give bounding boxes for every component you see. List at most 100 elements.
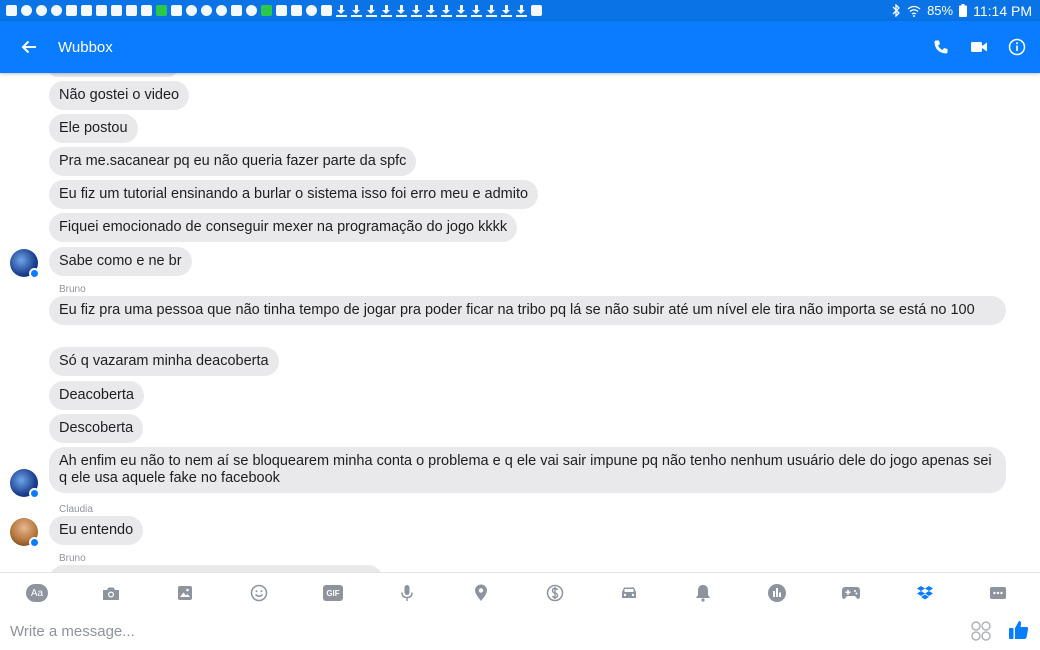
- gallery-button[interactable]: [173, 581, 197, 605]
- notification-icon: [306, 5, 317, 16]
- gif-button[interactable]: GIF: [321, 581, 345, 605]
- message-bubble[interactable]: Só q vazaram minha deacoberta: [49, 347, 279, 376]
- polls-button[interactable]: [765, 581, 789, 605]
- gallery-icon: [178, 586, 192, 600]
- message-bubble[interactable]: Eu entendo: [49, 516, 144, 545]
- more-button[interactable]: [986, 581, 1010, 605]
- system-status-bar: 85% 11:14 PM: [0, 0, 1040, 21]
- battery-icon: [959, 4, 968, 17]
- conversation-title[interactable]: Wubbox: [58, 39, 113, 56]
- games-button[interactable]: [839, 581, 863, 605]
- payments-button[interactable]: [543, 581, 567, 605]
- video-call-button[interactable]: [960, 21, 998, 73]
- download-icon: [441, 4, 452, 17]
- message-bubble[interactable]: Sabe como e ne br: [49, 247, 192, 276]
- message-bubble[interactable]: Pra me.sacanear pq eu não queria fazer p…: [49, 147, 417, 176]
- notification-icon: [201, 5, 212, 16]
- message-bubble[interactable]: Deacoberta: [49, 381, 144, 410]
- message-thread[interactable]: Não gostei o video Ele postou Pra me.sac…: [0, 73, 1040, 572]
- camera-button[interactable]: [99, 581, 123, 605]
- message-text: Eu fiz pra uma pessoa que não tinha temp…: [59, 302, 975, 318]
- screenshot-icon: [531, 5, 542, 16]
- messenger-badge-icon: [29, 537, 40, 548]
- notification-icon: [36, 5, 47, 16]
- sender-name: Claudia: [59, 504, 93, 515]
- voice-call-button[interactable]: [922, 21, 960, 73]
- dollar-icon: [546, 584, 564, 602]
- message-bubble-partial[interactable]: [49, 565, 383, 572]
- download-icon: [501, 4, 512, 17]
- avatar-bruno[interactable]: [10, 469, 40, 499]
- message-text: Ah enfim eu não to nem aí se bloquearem …: [59, 453, 992, 486]
- gif-icon: GIF: [323, 585, 343, 601]
- twitter-icon: [96, 5, 107, 16]
- emoji-button[interactable]: [247, 581, 271, 605]
- text-format-button[interactable]: Aa: [25, 581, 49, 605]
- voice-clip-button[interactable]: [395, 581, 419, 605]
- message-bubble[interactable]: Descoberta: [49, 414, 144, 443]
- aa-icon: Aa: [26, 584, 48, 602]
- message-text: Eu entendo: [59, 522, 134, 538]
- download-icon: [471, 4, 482, 17]
- dropbox-button[interactable]: [913, 581, 937, 605]
- message-bubble[interactable]: Ah enfim eu não to nem aí se bloquearem …: [49, 447, 1006, 493]
- thumbs-up-icon: [1009, 621, 1029, 639]
- reminders-button[interactable]: [691, 581, 715, 605]
- messenger-icon: [246, 5, 257, 16]
- twitter-icon: [111, 5, 122, 16]
- message-bubble[interactable]: Eu fiz um tutorial ensinando a burlar o …: [49, 180, 539, 209]
- message-bubble[interactable]: Ele postou: [49, 114, 138, 143]
- conversation-info-button[interactable]: [998, 21, 1036, 73]
- car-icon: [622, 587, 636, 598]
- message-text: Descoberta: [59, 420, 134, 436]
- quick-reply-button[interactable]: [970, 620, 992, 642]
- message-bubble[interactable]: Eu fiz pra uma pessoa que não tinha temp…: [49, 296, 1006, 325]
- download-icon: [456, 4, 467, 17]
- bell-icon: [696, 585, 710, 602]
- notification-icon: [6, 5, 17, 16]
- twitter-icon: [81, 5, 92, 16]
- message-input[interactable]: [10, 621, 910, 641]
- image-icon: [171, 5, 182, 16]
- notification-icon: [291, 5, 302, 16]
- message-bubble[interactable]: Fiquei emocionado de conseguir mexer na …: [49, 213, 518, 242]
- message-text: Pra me.sacanear pq eu não queria fazer p…: [59, 153, 407, 169]
- notification-icon: [321, 5, 332, 16]
- notification-icon: [261, 5, 272, 16]
- phone-icon: [934, 40, 948, 54]
- notification-icon: [186, 5, 197, 16]
- back-button[interactable]: [0, 21, 58, 73]
- avatar-bruno[interactable]: [10, 249, 40, 279]
- notification-icon: [216, 5, 227, 16]
- sender-name: Bruno: [59, 553, 86, 564]
- message-bubble-partial[interactable]: [49, 73, 177, 77]
- like-button[interactable]: [1008, 619, 1032, 643]
- notification-icon: [231, 5, 242, 16]
- message-text: Ele postou: [59, 120, 128, 136]
- notification-icon: [51, 5, 62, 16]
- notification-icons: [6, 4, 542, 17]
- rides-button[interactable]: [617, 581, 641, 605]
- message-bubble[interactable]: Não gostei o video: [49, 81, 190, 110]
- download-icon: [426, 4, 437, 17]
- bluetooth-icon: [892, 4, 900, 17]
- message-text: Fiquei emocionado de conseguir mexer na …: [59, 219, 508, 235]
- message-composer: [0, 612, 1040, 650]
- battery-percent: 85%: [927, 3, 954, 18]
- video-camera-icon: [971, 42, 987, 52]
- message-text: Deacoberta: [59, 387, 134, 403]
- message-text: Eu fiz um tutorial ensinando a burlar o …: [59, 186, 529, 202]
- messenger-badge-icon: [29, 488, 40, 499]
- message-text: Não gostei o video: [59, 87, 180, 103]
- download-icon: [336, 4, 347, 17]
- poll-icon: [768, 584, 786, 602]
- avatar-claudia[interactable]: [10, 518, 40, 548]
- composer-toolbar: Aa GIF: [0, 572, 1040, 612]
- system-indicators: 85% 11:14 PM: [891, 3, 1032, 19]
- sender-name: Bruno: [59, 284, 86, 295]
- message-text: Só q vazaram minha deacoberta: [59, 353, 269, 369]
- gamepad-icon: [842, 587, 860, 599]
- location-pin-icon: [475, 584, 487, 601]
- location-button[interactable]: [469, 581, 493, 605]
- dropbox-icon: [917, 586, 933, 600]
